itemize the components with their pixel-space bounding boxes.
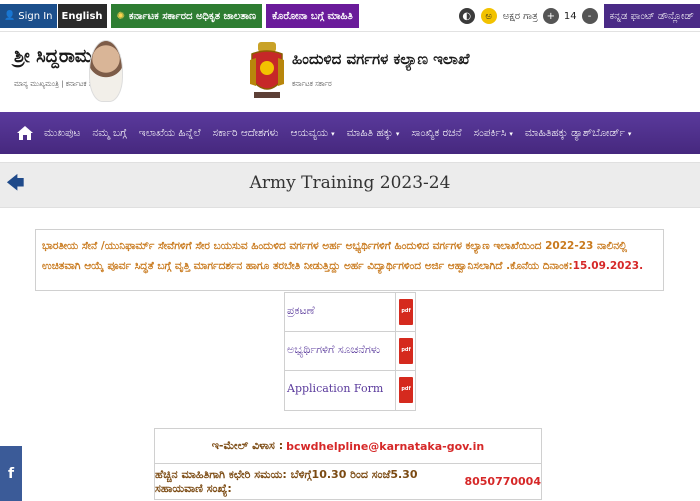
pdf-icon-text: pdf <box>401 386 411 392</box>
site-header: ಶ್ರೀ ಸಿದ್ದರಾಮಯ್ಯ ಮಾನ್ಯ ಮುಖ್ಯಮಂತ್ರಿ | ಕರ್… <box>0 32 700 112</box>
corona-info-link[interactable]: ಕೊರೋನಾ ಬಗ್ಗೆ ಮಾಹಿತಿ <box>266 4 359 28</box>
document-row-announcement: ಪ್ರಕಟಣೆ pdf <box>285 293 415 332</box>
pdf-icon[interactable]: pdf <box>399 338 413 364</box>
top-right-group: ◐ ಅ ಅಕ್ಷರ ಗಾತ್ರ + 14 - ಕನ್ನಡ ಫಾಂಟ್ ಡೌನ್ಲ… <box>456 4 700 28</box>
nav-item-label: ಸಂಪರ್ಕಿಸಿ <box>473 126 507 139</box>
email-row: ಇ-ಮೇಲ್ ವಿಳಾಸ : bcwdhelpline@karnataka-go… <box>155 429 541 464</box>
nav-item-label: ಸರ್ಕಾರಿ ಆದೇಶಗಳು <box>212 126 279 139</box>
chevron-down-icon: ▾ <box>331 129 335 138</box>
document-row-instructions: ಅಭ್ಯರ್ಥಿಗಳಿಗೆ ಸೂಚನೆಗಳು pdf <box>285 332 415 371</box>
helpline-row: ಹೆಚ್ಚಿನ ಮಾಹಿತಿಗಾಗಿ ಕಛೇರಿ ಸಮಯ: ಬೆಳಿಗ್ಗೆ10… <box>155 464 541 499</box>
page-title: Army Training 2023-24 <box>249 173 451 193</box>
karnataka-emblem-icon <box>250 42 284 98</box>
font-a-icon[interactable]: ಅ <box>480 8 497 24</box>
english-button[interactable]: English <box>57 4 107 28</box>
nav-item-orders[interactable]: ಸರ್ಕಾರಿ ಆದೇಶಗಳು <box>213 127 279 140</box>
nav-item-budget[interactable]: ಆಯವ್ಯಯ ▾ <box>291 127 335 140</box>
contact-box: ಇ-ಮೇಲ್ ವಿಳಾಸ : bcwdhelpline@karnataka-go… <box>154 428 542 500</box>
top-utility-bar: 👤 Sign In English ✺ ಕರ್ನಾಟಕ ಸರ್ಕಾರದ ಅಧಿಕ… <box>0 0 700 32</box>
pdf-icon[interactable]: pdf <box>399 377 413 403</box>
department-subtitle: ಕರ್ನಾಟಕ ಸರ್ಕಾರ <box>292 80 332 88</box>
chevron-down-icon: ▾ <box>509 129 513 138</box>
email-label: ಇ-ಮೇಲ್ ವಿಳಾಸ : <box>211 439 284 452</box>
nav-item-home[interactable]: ಮುಖಪುಟ <box>44 127 80 140</box>
contrast-icon[interactable]: ◐ <box>458 8 475 24</box>
nav-item-about[interactable]: ನಮ್ಮ ಬಗ್ಗೆ <box>92 127 126 140</box>
chevron-down-icon: ▾ <box>627 129 632 138</box>
nav-item-rti[interactable]: ಮಾಹಿತಿ ಹಕ್ಕು ▾ <box>347 127 400 140</box>
facebook-icon[interactable]: f <box>0 446 22 501</box>
nav-item-label: ಇಲಾಖೆಯ ಹಿನ್ನೆಲೆ <box>138 126 201 139</box>
nav-item-background[interactable]: ಇಲಾಖೆಯ ಹಿನ್ನೆಲೆ <box>139 127 201 140</box>
nav-item-label: ಮಾಹಿತಿಹಕ್ಕು ಡ್ಯಾಶ್‌ಬೋರ್ಡ್ <box>524 126 625 139</box>
column-divider <box>395 332 396 370</box>
column-divider <box>395 371 396 410</box>
notice-last-date: 15.09.2023. <box>572 260 644 272</box>
notice-text: ಭಾರತೀಯ ಸೇನೆ /ಯುನಿಫಾರ್ಮ್ ಸೇವೆಗಳಿಗೆ ಸೇರ ಬಯ… <box>42 240 627 272</box>
document-label[interactable]: ಅಭ್ಯರ್ಥಿಗಳಿಗೆ ಸೂಚನೆಗಳು <box>287 343 380 357</box>
font-increase-button[interactable]: + <box>542 8 559 24</box>
announcement-notice: ಭಾರತೀಯ ಸೇನೆ /ಯುನಿಫಾರ್ಮ್ ಸೇವೆಗಳಿಗೆ ಸೇರ ಬಯ… <box>35 229 664 291</box>
document-label[interactable]: Application Form <box>287 382 383 395</box>
chevron-down-icon: ▾ <box>395 129 400 138</box>
pdf-icon-text: pdf <box>401 308 411 314</box>
sign-in-label: Sign In <box>18 10 53 22</box>
gov-portal-label: ಕರ್ನಾಟಕ ಸರ್ಕಾರದ ಅಧಿಕೃತ ಜಾಲತಾಣ <box>128 10 257 22</box>
documents-table: ಪ್ರಕಟಣೆ pdf ಅಭ್ಯರ್ಥಿಗಳಿಗೆ ಸೂಚನೆಗಳು pdf A… <box>284 292 416 411</box>
nav-item-rti-dashboard[interactable]: ಮಾಹಿತಿಹಕ್ಕು ಡ್ಯಾಶ್‌ಬೋರ್ಡ್ ▾ <box>525 127 632 140</box>
nav-item-label: ಆಯವ್ಯಯ <box>290 126 329 139</box>
document-row-application-form: Application Form pdf <box>285 371 415 410</box>
department-name: ಹಿಂದುಳಿದ ವರ್ಗಗಳ ಕಲ್ಯಾಣ ಇಲಾಖೆ <box>292 50 470 68</box>
helpline-number[interactable]: 8050770004 <box>464 475 541 488</box>
home-icon[interactable] <box>16 125 34 141</box>
kannada-font-download-button[interactable]: ಕನ್ನಡ ಫಾಂಟ್ ಡೌನ್ಲೋಡ್ <box>603 4 700 28</box>
page-title-bar: 🡄 Army Training 2023-24 <box>0 162 700 208</box>
pdf-icon-text: pdf <box>401 347 411 353</box>
office-hours-label: ಹೆಚ್ಚಿನ ಮಾಹಿತಿಗಾಗಿ ಕಛೇರಿ ಸಮಯ: ಬೆಳಿಗ್ಗೆ10… <box>155 467 418 495</box>
nav-item-label: ನಮ್ಮ ಬಗ್ಗೆ <box>92 126 127 139</box>
font-size-label: ಅಕ್ಷರ ಗಾತ್ರ <box>502 10 538 22</box>
nav-item-label: ಮಾಹಿತಿ ಹಕ್ಕು <box>346 126 393 139</box>
main-navigation: ಮುಖಪುಟ ನಮ್ಮ ಬಗ್ಗೆ ಇಲಾಖೆಯ ಹಿನ್ನೆಲೆ ಸರ್ಕಾರ… <box>0 112 700 154</box>
nav-item-label: ಮುಖಪುಟ <box>44 126 81 139</box>
nav-item-contact[interactable]: ಸಂಪರ್ಕಿಸಿ ▾ <box>474 127 513 140</box>
document-label[interactable]: ಪ್ರಕಟಣೆ <box>287 304 315 318</box>
gov-portal-link[interactable]: ✺ ಕರ್ನಾಟಕ ಸರ್ಕಾರದ ಅಧಿಕೃತ ಜಾಲತಾಣ <box>110 4 263 28</box>
pdf-icon[interactable]: pdf <box>399 299 413 325</box>
cm-photo <box>89 40 123 102</box>
column-divider <box>395 293 396 331</box>
nav-item-label: ಸಾಂಖ್ಯಿಕ ರಚನೆ <box>411 126 462 139</box>
font-size-value: 14 <box>563 10 577 22</box>
emblem-icon: ✺ <box>116 10 125 22</box>
font-decrease-button[interactable]: - <box>581 8 598 24</box>
top-left-group: 👤 Sign In English ✺ ಕರ್ನಾಟಕ ಸರ್ಕಾರದ ಅಧಿಕ… <box>0 4 359 28</box>
sign-in-button[interactable]: 👤 Sign In <box>0 4 57 28</box>
email-link[interactable]: bcwdhelpline@karnataka-gov.in <box>286 440 484 453</box>
user-icon: 👤 <box>4 11 16 21</box>
nav-item-statistics[interactable]: ಸಾಂಖ್ಯಿಕ ರಚನೆ <box>411 127 461 140</box>
